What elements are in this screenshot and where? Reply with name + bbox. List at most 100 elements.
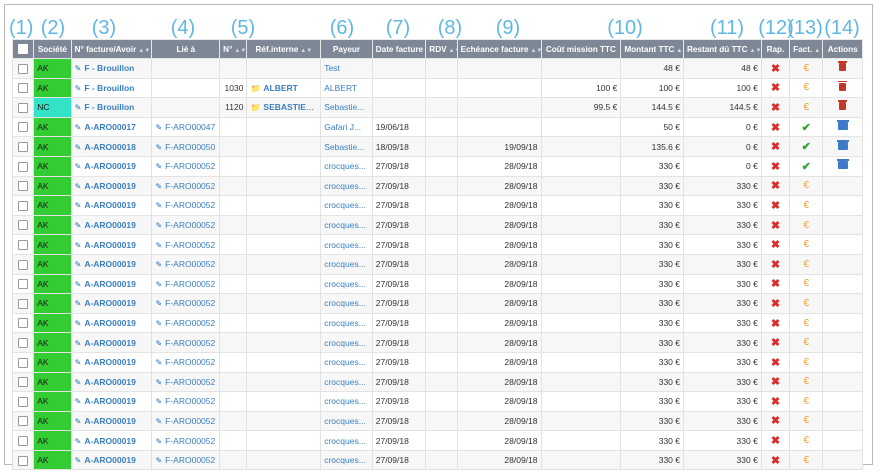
invoice-number-cell[interactable]: ✎ A-ARO00019	[70, 391, 153, 412]
euro-icon[interactable]: €	[804, 318, 810, 329]
euro-icon[interactable]: €	[804, 259, 810, 270]
payer-cell[interactable]: crocques...	[320, 312, 373, 334]
invoice-number-cell[interactable]: ✎ A-ARO00019	[70, 195, 153, 216]
row-select[interactable]	[11, 77, 35, 99]
payer-cell[interactable]: Sebastie...	[320, 136, 373, 157]
invoice-link[interactable]: A-ARO00017	[84, 122, 136, 132]
linked-invoice-cell[interactable]: ✎ F-ARO00052	[151, 410, 221, 432]
invoice-number-cell[interactable]: ✎ A-ARO00019	[70, 430, 153, 451]
actions-cell[interactable]	[822, 371, 863, 393]
trash-icon[interactable]	[838, 61, 848, 72]
linked-invoice-link[interactable]: F-ARO00050	[165, 142, 215, 152]
row-select[interactable]	[11, 97, 35, 118]
row-checkbox[interactable]	[18, 337, 29, 348]
linked-invoice-cell[interactable]: ✎ F-ARO00052	[151, 371, 221, 393]
payer-cell[interactable]: crocques...	[320, 449, 373, 471]
euro-icon[interactable]: €	[804, 102, 810, 113]
invoice-link[interactable]: F - Brouillon	[84, 102, 134, 112]
internal-ref-cell[interactable]: 📁 ALBERT	[246, 77, 322, 99]
payer-link[interactable]: Sebastie...	[324, 102, 364, 112]
row-select[interactable]	[11, 351, 35, 373]
invoice-number-cell[interactable]: ✎ A-ARO00019	[70, 312, 153, 334]
payer-link[interactable]: crocques...	[324, 259, 366, 269]
trash-icon[interactable]	[838, 100, 848, 111]
linked-invoice-cell[interactable]: ✎ F-ARO00052	[151, 430, 221, 451]
euro-icon[interactable]: €	[804, 180, 810, 191]
internal-ref-cell[interactable]	[246, 351, 322, 373]
linked-invoice-cell[interactable]: ✎ F-ARO00052	[151, 214, 221, 236]
actions-cell[interactable]	[822, 136, 863, 157]
payer-cell[interactable]: crocques...	[320, 430, 373, 451]
row-checkbox[interactable]	[18, 122, 29, 133]
internal-ref-cell[interactable]	[246, 234, 322, 255]
linked-invoice-link[interactable]: F-ARO00052	[165, 377, 215, 387]
linked-invoice-link[interactable]: F-ARO00052	[165, 161, 215, 171]
invoice-status-cell[interactable]: €	[789, 234, 824, 255]
payer-cell[interactable]: ALBERT	[320, 77, 373, 99]
row-checkbox[interactable]	[18, 377, 29, 388]
euro-icon[interactable]: €	[804, 63, 810, 74]
payer-link[interactable]: Sebastie...	[324, 142, 364, 152]
invoice-number-cell[interactable]: ✎ A-ARO00019	[70, 214, 153, 236]
payer-link[interactable]: crocques...	[324, 240, 366, 250]
actions-cell[interactable]	[822, 77, 863, 99]
invoice-status-cell[interactable]: €	[789, 312, 824, 334]
row-select[interactable]	[11, 391, 35, 412]
invoice-link[interactable]: A-ARO00019	[84, 357, 136, 367]
row-checkbox[interactable]	[18, 161, 29, 172]
euro-icon[interactable]: €	[804, 396, 810, 407]
euro-icon[interactable]: €	[804, 376, 810, 387]
linked-invoice-cell[interactable]	[151, 58, 221, 79]
payer-link[interactable]: ALBERT	[324, 83, 357, 93]
payer-cell[interactable]: crocques...	[320, 195, 373, 216]
header-rdv[interactable]: RDV▲▼	[425, 39, 458, 59]
actions-cell[interactable]	[822, 332, 863, 353]
payer-cell[interactable]: crocques...	[320, 371, 373, 393]
invoice-number-cell[interactable]: ✎ F - Brouillon	[70, 58, 153, 79]
invoice-status-cell[interactable]: €	[789, 253, 824, 275]
euro-icon[interactable]: €	[804, 220, 810, 231]
invoice-status-cell[interactable]: €	[789, 175, 824, 197]
payer-link[interactable]: crocques...	[324, 279, 366, 289]
linked-invoice-link[interactable]: F-ARO00052	[165, 279, 215, 289]
euro-icon[interactable]: €	[804, 415, 810, 426]
row-checkbox[interactable]	[18, 318, 29, 329]
payer-cell[interactable]: Gafari J...	[320, 116, 373, 138]
actions-cell[interactable]	[822, 58, 863, 79]
row-checkbox[interactable]	[18, 435, 29, 446]
actions-cell[interactable]	[822, 449, 863, 471]
row-select[interactable]	[11, 155, 35, 177]
row-select[interactable]	[11, 312, 35, 334]
linked-invoice-link[interactable]: F-ARO00052	[165, 181, 215, 191]
linked-invoice-cell[interactable]: ✎ F-ARO00052	[151, 449, 221, 471]
actions-cell[interactable]	[822, 391, 863, 412]
actions-cell[interactable]	[822, 97, 863, 118]
linked-invoice-cell[interactable]: ✎ F-ARO00052	[151, 195, 221, 216]
payer-link[interactable]: crocques...	[324, 161, 366, 171]
euro-icon[interactable]: €	[804, 82, 810, 93]
invoice-link[interactable]: A-ARO00019	[84, 338, 136, 348]
invoice-number-cell[interactable]: ✎ A-ARO00019	[70, 449, 153, 471]
header-restant[interactable]: Restant dû TTC ▲▼	[683, 39, 762, 59]
linked-invoice-cell[interactable]: ✎ F-ARO00052	[151, 293, 221, 314]
actions-cell[interactable]	[822, 410, 863, 432]
payer-cell[interactable]: crocques...	[320, 253, 373, 275]
invoice-status-cell[interactable]: €	[789, 332, 824, 353]
invoice-number-cell[interactable]: ✎ A-ARO00019	[70, 410, 153, 432]
invoice-number-cell[interactable]: ✎ A-ARO00017	[70, 116, 153, 138]
linked-invoice-link[interactable]: F-ARO00052	[165, 338, 215, 348]
linked-invoice-link[interactable]: F-ARO00052	[165, 436, 215, 446]
row-select[interactable]	[11, 253, 35, 275]
invoice-link[interactable]: A-ARO00019	[84, 279, 136, 289]
invoice-status-cell[interactable]: €	[789, 351, 824, 373]
internal-ref-cell[interactable]	[246, 155, 322, 177]
internal-ref-cell[interactable]	[246, 449, 322, 471]
linked-invoice-cell[interactable]: ✎ F-ARO00052	[151, 312, 221, 334]
invoice-status-cell[interactable]: €	[789, 58, 824, 79]
invoice-link[interactable]: A-ARO00018	[84, 142, 136, 152]
invoice-status-cell[interactable]: ✔	[789, 155, 824, 177]
row-select[interactable]	[11, 332, 35, 353]
linked-invoice-cell[interactable]: ✎ F-ARO00052	[151, 175, 221, 197]
euro-icon[interactable]: €	[804, 239, 810, 250]
linked-invoice-cell[interactable]: ✎ F-ARO00052	[151, 234, 221, 255]
